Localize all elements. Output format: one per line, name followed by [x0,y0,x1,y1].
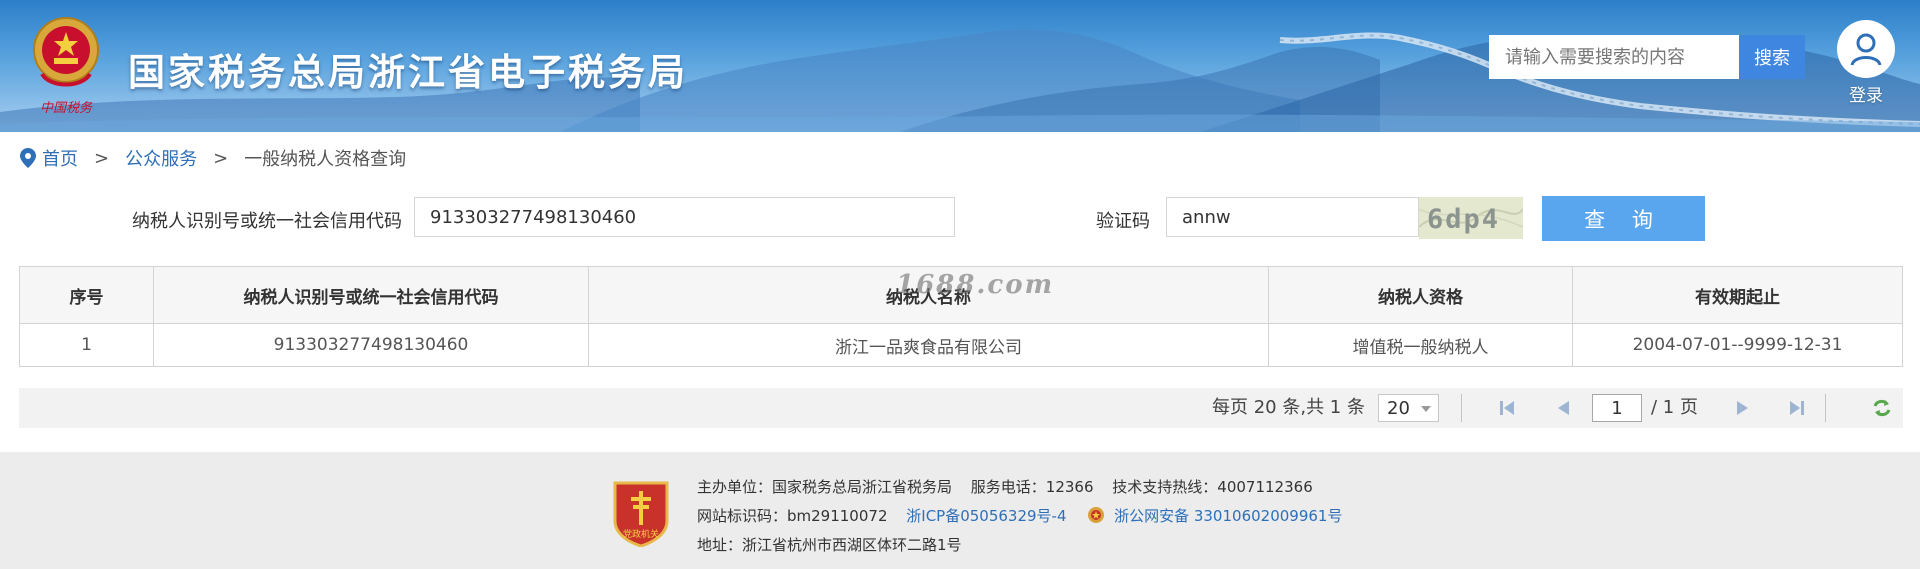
footer-info: 主办单位：国家税务总局浙江省税务局 服务电话：12366 技术支持热线：4007… [697,473,1342,560]
pager-divider [1825,394,1826,422]
breadcrumb: 首页 > 公众服务 > 一般纳税人资格查询 [20,145,406,171]
breadcrumb-current: 一般纳税人资格查询 [244,149,407,170]
query-button[interactable]: 查 询 [1542,196,1705,241]
tax-emblem-icon: 中国税务 [33,17,99,116]
captcha-input[interactable] [1166,197,1419,237]
last-page-icon[interactable] [1787,398,1807,418]
chevron-down-icon [1421,406,1431,412]
captcha-text: 6dp4 [1427,204,1500,235]
pager-summary: 每页 20 条,共 1 条 [1212,397,1365,418]
footer-logo-text: 党政机关 [623,528,659,540]
site-title: 国家税务总局浙江省电子税务局 [128,51,688,94]
pagination-bar: 每页 20 条,共 1 条 20 / 1 页 [19,388,1903,428]
emblem-caption: 中国税务 [40,101,93,116]
cell-qualification: 增值税一般纳税人 [1268,323,1573,367]
refresh-icon[interactable] [1872,398,1892,418]
site-footer: 党政机关 主办单位：国家税务总局浙江省税务局 服务电话：12366 技术支持热线… [0,452,1920,569]
footer-address: 地址：浙江省杭州市西湖区体环二路1号 [697,536,962,554]
page-size-value: 20 [1387,397,1410,419]
footer-icp-link[interactable]: 浙ICP备05056329号-4 [906,507,1066,525]
location-pin-icon [20,148,36,168]
table-row: 1 913303277498130460 浙江一品爽食品有限公司 增值税一般纳税… [19,323,1903,367]
cell-validity: 2004-07-01--9999-12-31 [1572,323,1903,367]
next-page-icon[interactable] [1733,398,1753,418]
user-icon [1837,20,1895,78]
col-header-qualification: 纳税人资格 [1268,266,1573,324]
breadcrumb-separator: > [94,147,110,169]
site-header: 中国税务 国家税务总局浙江省电子税务局 搜索 登录 [0,0,1920,132]
pager-divider [1461,394,1462,422]
taxpayer-id-input[interactable] [414,197,955,237]
captcha-label: 验证码 [1096,211,1150,232]
col-header-index: 序号 [19,266,154,324]
search-input[interactable] [1489,35,1739,79]
breadcrumb-home[interactable]: 首页 [42,145,78,171]
party-government-logo-icon[interactable]: 党政机关 [611,477,671,547]
cell-taxpayer-id: 913303277498130460 [153,323,589,367]
footer-police-link[interactable]: 浙公网安备 33010602009961号 [1114,507,1342,525]
prev-page-icon[interactable] [1553,398,1573,418]
col-header-validity: 有效期起止 [1572,266,1903,324]
footer-support: 技术支持热线：4007112366 [1112,478,1313,496]
taxpayer-id-label: 纳税人识别号或统一社会信用代码 [132,211,402,232]
breadcrumb-separator: > [213,147,229,169]
total-pages: / 1 页 [1651,397,1698,418]
police-badge-icon [1088,507,1105,523]
first-page-icon[interactable] [1497,398,1517,418]
cell-taxpayer-name: 浙江一品爽食品有限公司 [588,323,1269,367]
footer-host: 主办单位：国家税务总局浙江省税务局 [697,478,953,496]
col-header-taxpayer-id: 纳税人识别号或统一社会信用代码 [153,266,589,324]
page-size-select[interactable]: 20 [1378,394,1439,422]
login-button[interactable]: 登录 [1835,20,1897,106]
search-button[interactable]: 搜索 [1739,35,1805,79]
footer-site-id: 网站标识码：bm29110072 [697,507,888,525]
captcha-image[interactable]: 6dp4 [1419,197,1523,239]
page-number-input[interactable] [1592,394,1642,422]
breadcrumb-public-service[interactable]: 公众服务 [125,145,197,171]
footer-phone: 服务电话：12366 [970,478,1094,496]
login-label: 登录 [1849,86,1883,106]
watermark: 1688.com [896,270,1055,300]
cell-index: 1 [19,323,154,367]
